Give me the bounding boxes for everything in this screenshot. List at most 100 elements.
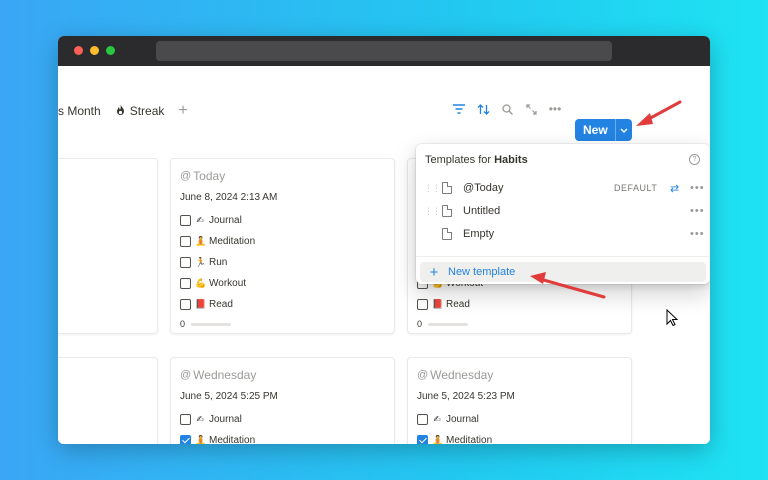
page-icon	[442, 228, 452, 240]
more-options-icon[interactable]: •••	[690, 205, 705, 217]
habit-journal[interactable]: ✍ Journal	[180, 412, 242, 426]
card-date: June 5, 2024 5:25 PM	[180, 391, 278, 402]
habit-label: Meditation	[209, 434, 256, 445]
checkbox[interactable]	[180, 413, 191, 425]
meditation-icon: 🧘	[432, 434, 444, 445]
habit-label: Meditation	[446, 434, 493, 445]
mouse-cursor-icon	[666, 309, 678, 327]
default-badge: DEFAULT	[614, 183, 658, 193]
card-title-text: Wednesday	[430, 368, 494, 382]
checkbox[interactable]	[417, 298, 428, 310]
template-name: Empty	[463, 228, 495, 240]
new-template-button[interactable]: + New template	[420, 262, 706, 282]
habit-label: Read	[209, 298, 233, 310]
flame-icon	[115, 103, 126, 119]
habit-label: Meditation	[209, 235, 256, 247]
address-bar[interactable]	[156, 41, 612, 61]
template-item-untitled[interactable]: ⋮⋮ Untitled •••	[424, 200, 706, 222]
checkbox-checked[interactable]	[180, 434, 191, 444]
new-button-label[interactable]: New	[575, 123, 615, 137]
checkbox[interactable]	[417, 413, 428, 425]
search-icon[interactable]	[498, 100, 516, 118]
tab-streak[interactable]: Streak	[115, 103, 165, 119]
habit-journal[interactable]: ✍ Journal	[180, 213, 242, 227]
habit-meditation[interactable]: 🧘 Meditation	[180, 234, 255, 248]
window-titlebar	[58, 36, 710, 66]
progress-row: 0	[417, 319, 469, 329]
book-icon: 📕	[195, 298, 207, 309]
template-item-today[interactable]: ⋮⋮ @Today DEFAULT ⇄ •••	[424, 177, 706, 199]
dropdown-title-prefix: Templates for	[425, 154, 495, 166]
template-item-empty[interactable]: Empty •••	[424, 223, 706, 245]
tab-this-month[interactable]: s Month	[58, 104, 101, 118]
chevron-down-icon[interactable]	[616, 125, 632, 135]
habit-meditation[interactable]: 🧘 Meditation	[417, 433, 492, 444]
habit-meditation[interactable]: 🧘 Meditation	[180, 433, 255, 444]
repeat-icon[interactable]: ⇄	[670, 182, 679, 195]
card-date: June 8, 2024 2:13 AM	[180, 192, 278, 203]
drag-handle-icon[interactable]: ⋮⋮	[424, 206, 441, 217]
progress-row: 0	[180, 319, 232, 329]
habit-journal[interactable]: ✍ Journal	[417, 412, 479, 426]
flexed-bicep-icon: 💪	[195, 277, 207, 288]
checkbox[interactable]	[180, 214, 191, 226]
meditation-icon: 🧘	[195, 434, 207, 445]
view-tabs: s Month Streak +	[58, 102, 188, 120]
checkbox[interactable]	[180, 235, 191, 247]
tab-label: s Month	[58, 104, 101, 118]
habit-label: Workout	[209, 277, 247, 289]
writing-hand-icon: ✍	[433, 413, 441, 424]
runner-icon: 🏃	[195, 256, 207, 267]
card-title: @ Wednesday	[180, 368, 256, 382]
card-title: @ Today	[180, 169, 225, 183]
card-title: @ Wednesday	[417, 368, 493, 382]
more-options-icon[interactable]: •••	[690, 182, 705, 194]
writing-hand-icon: ✍	[196, 214, 204, 225]
drag-handle-icon[interactable]: ⋮⋮	[424, 183, 441, 194]
checkbox-checked[interactable]	[417, 434, 428, 444]
expand-icon[interactable]	[522, 100, 540, 118]
new-button[interactable]: New	[575, 119, 632, 141]
at-mention-icon: @	[180, 170, 192, 182]
help-icon[interactable]: ?	[689, 154, 700, 165]
templates-dropdown: Templates for Habits ? ⋮⋮ @Today DEFAULT…	[416, 144, 710, 284]
board-card-wednesday[interactable]: @ Wednesday June 5, 2024 5:25 PM ✍ Journ…	[170, 357, 395, 444]
habit-workout[interactable]: 💪 Workout	[180, 276, 246, 290]
browser-window: s Month Streak + ••• New @ Today June 8,…	[58, 36, 710, 444]
new-template-label: New template	[448, 266, 516, 278]
habit-read[interactable]: 📕 Read	[417, 297, 470, 311]
more-options-icon[interactable]: •••	[546, 100, 564, 118]
at-mention-icon: @	[180, 369, 192, 381]
habit-label: Journal	[209, 413, 242, 425]
habit-read[interactable]: 📕 Read	[180, 297, 233, 311]
progress-bar	[191, 322, 232, 326]
page-icon	[442, 182, 452, 194]
maximize-window-button[interactable]	[106, 46, 115, 55]
habit-run[interactable]: 🏃 Run	[180, 255, 227, 269]
checkbox[interactable]	[180, 298, 191, 310]
tab-label: Streak	[129, 104, 165, 118]
board-card[interactable]	[58, 357, 158, 444]
add-view-icon[interactable]: +	[178, 102, 187, 120]
template-name: @Today	[463, 182, 504, 194]
habit-label: Read	[446, 298, 470, 310]
progress-value: 0	[180, 319, 186, 329]
checkbox[interactable]	[180, 277, 191, 289]
habit-label: Journal	[209, 214, 242, 226]
at-mention-icon: @	[417, 369, 429, 381]
minimize-window-button[interactable]	[90, 46, 99, 55]
close-window-button[interactable]	[74, 46, 83, 55]
filter-icon[interactable]	[450, 100, 468, 118]
meditation-icon: 🧘	[195, 235, 207, 246]
card-date: June 5, 2024 5:23 PM	[417, 391, 515, 402]
more-options-icon[interactable]: •••	[690, 228, 705, 240]
checkbox[interactable]	[180, 256, 191, 268]
notion-page: s Month Streak + ••• New @ Today June 8,…	[58, 66, 710, 444]
board-card[interactable]	[58, 158, 158, 334]
dropdown-title: Templates for Habits	[425, 154, 528, 166]
board-card-wednesday[interactable]: @ Wednesday June 5, 2024 5:23 PM ✍ Journ…	[407, 357, 632, 444]
page-icon	[442, 205, 452, 217]
board-card-today[interactable]: @ Today June 8, 2024 2:13 AM ✍ Journal 🧘…	[170, 158, 395, 334]
card-title-text: Wednesday	[193, 368, 257, 382]
sort-icon[interactable]	[474, 100, 492, 118]
